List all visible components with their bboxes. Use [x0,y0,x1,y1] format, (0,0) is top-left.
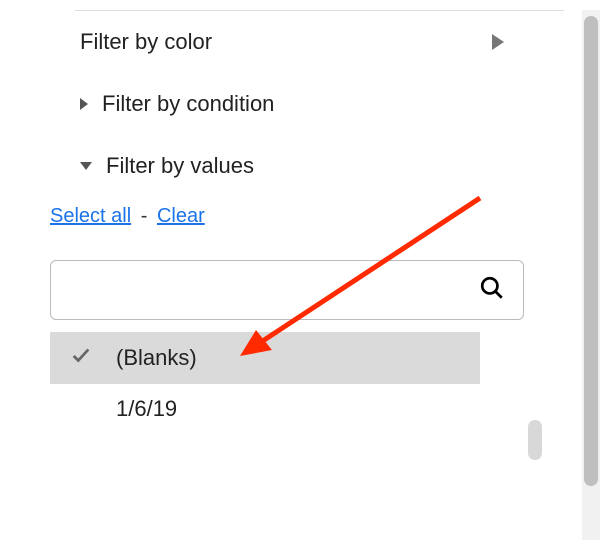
clear-link[interactable]: Clear [157,205,205,227]
dash-separator: - [141,205,148,227]
panel-scrollbar-thumb[interactable] [584,16,598,486]
search-icon[interactable] [479,275,505,306]
value-item-label: (Blanks) [116,345,197,371]
chevron-right-icon [80,98,88,110]
filter-by-values-label: Filter by values [106,153,254,179]
filter-by-color-label: Filter by color [80,29,212,55]
panel-scrollbar[interactable] [582,10,600,540]
filter-by-condition[interactable]: Filter by condition [50,73,564,135]
chevron-right-icon [492,34,504,50]
value-item-date[interactable]: 1/6/19 [50,384,524,434]
check-icon [68,344,94,372]
filter-panel: Filter by color Filter by condition Filt… [0,11,604,434]
filter-by-color[interactable]: Filter by color [50,11,564,73]
search-input[interactable] [69,261,479,319]
select-links: Select all - Clear [50,197,564,250]
filter-by-condition-label: Filter by condition [102,91,274,117]
value-item-label: 1/6/19 [116,396,177,422]
list-scrollbar-thumb[interactable] [528,420,542,460]
select-all-link[interactable]: Select all [50,205,131,227]
filter-by-values[interactable]: Filter by values [50,135,564,197]
value-item-blanks[interactable]: (Blanks) [50,332,480,384]
search-box[interactable] [50,260,524,320]
values-list: (Blanks) 1/6/19 [50,332,524,434]
chevron-down-icon [80,162,92,170]
